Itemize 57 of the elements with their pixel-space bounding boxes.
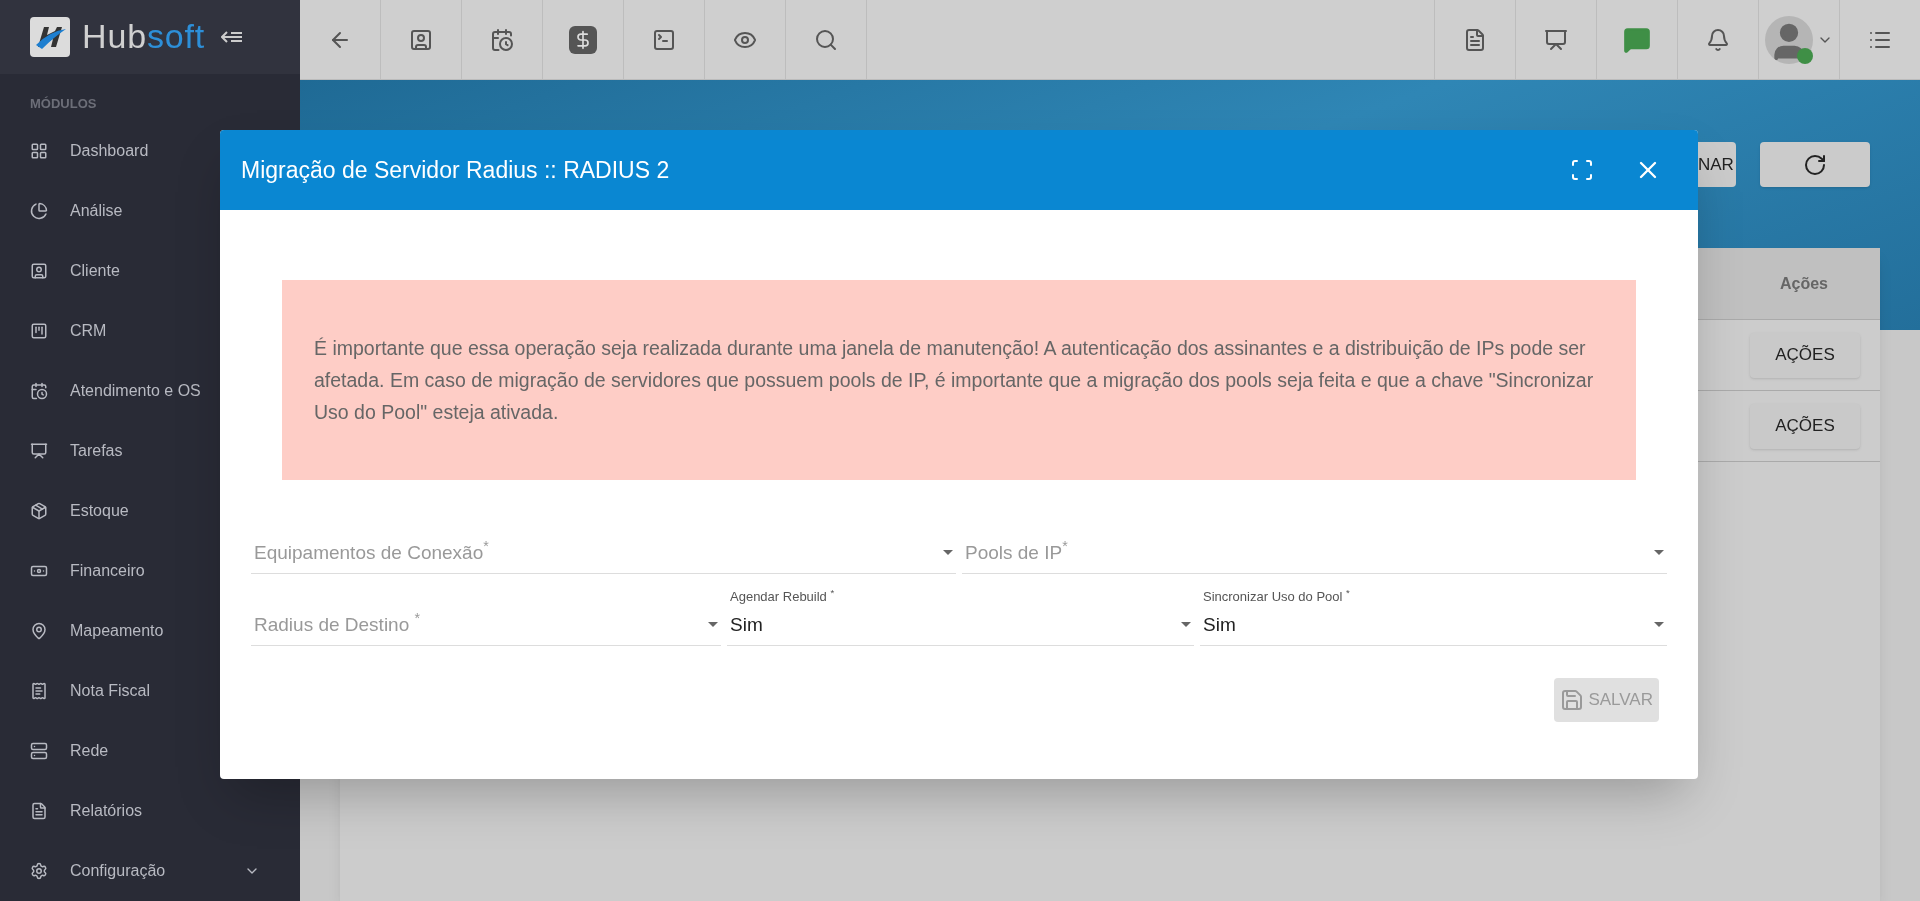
search-icon[interactable] — [814, 27, 838, 52]
refresh-icon — [1803, 152, 1827, 177]
field-label: Sincronizar Uso do Pool $^{*}$ — [1203, 587, 1351, 606]
field-label: Agendar Rebuild $^{*}$ — [730, 587, 836, 606]
warning-text: É importante que essa operação seja realizada durante uma janela de manutenção! A autenticação dos assinantes e a distribuição de IPs pode ser afetada. Em caso de migração de servidores que possuem pools de IP, é importante que a migração dos pools seja feita e que a chave "Sincronizar Uso do Pool" esteja ativada. — [314, 336, 1595, 425]
field-placeholder: Radius de Destino $^{*}$ — [254, 610, 421, 637]
map-pin-icon — [30, 622, 48, 640]
package-icon — [30, 502, 48, 520]
contact-card-icon[interactable] — [409, 27, 433, 52]
actions-button[interactable]: AÇÕES — [1750, 403, 1860, 449]
select-field[interactable]: Agendar Rebuild $^{*}$ Sim — [727, 588, 1194, 646]
board-icon[interactable] — [1544, 27, 1568, 52]
sidebar-item[interactable]: Cliente — [0, 241, 300, 301]
dollar-icon[interactable] — [569, 25, 597, 54]
actions-button[interactable]: AÇÕES — [1750, 332, 1860, 378]
server-icon — [30, 742, 48, 760]
sidebar-item[interactable]: Nota Fiscal — [0, 661, 300, 721]
fullscreen-icon[interactable] — [1570, 158, 1594, 182]
contact-card-icon — [30, 262, 48, 280]
sidebar-item[interactable]: CRM — [0, 301, 300, 361]
field-value: Sim — [730, 612, 763, 637]
document-icon — [30, 802, 48, 820]
settings-icon — [30, 862, 48, 880]
chat-icon[interactable] — [1623, 25, 1651, 54]
calendar-clock-icon[interactable] — [490, 27, 514, 52]
sidebar-heading: MÓDULOS — [29, 94, 98, 113]
sidebar-item[interactable]: Rede — [0, 721, 300, 781]
logo-text: Hubsoft — [82, 16, 206, 58]
dropdown-caret-icon — [1181, 622, 1191, 628]
board-icon — [30, 442, 48, 460]
save-icon — [1560, 688, 1585, 712]
column-header: Ações — [1779, 273, 1828, 294]
dropdown-caret-icon — [1654, 622, 1664, 628]
dropdown-caret-icon — [708, 622, 718, 628]
field-value: Sim — [1203, 612, 1236, 637]
terminal-icon[interactable] — [652, 27, 676, 52]
dropdown-caret-icon — [1654, 550, 1664, 556]
field-placeholder: Equipamentos de Conexão$^{*}$ — [254, 538, 489, 565]
collapse-icon[interactable] — [221, 29, 244, 44]
sidebar-item[interactable]: Configuração — [0, 841, 300, 901]
kanban-icon — [30, 322, 48, 340]
dropdown-caret-icon — [943, 550, 953, 556]
grid-icon — [30, 142, 48, 160]
receipt-icon — [30, 682, 48, 700]
sidebar-item[interactable]: Atendimento e OS — [0, 361, 300, 421]
logo-icon — [30, 16, 70, 57]
calendar-clock-icon — [30, 382, 48, 400]
modal-title: Migração de Servidor Radius :: RADIUS 2 — [241, 155, 671, 185]
sidebar-item[interactable]: Relatórios — [0, 781, 300, 841]
refresh-button[interactable] — [1760, 142, 1870, 187]
pie-chart-icon — [30, 202, 48, 220]
select-field[interactable]: Sincronizar Uso do Pool $^{*}$ Sim — [1200, 588, 1667, 646]
pdf-file-icon[interactable] — [1463, 27, 1487, 52]
field-placeholder: Pools de IP$^{*}$ — [965, 538, 1068, 565]
sidebar-item[interactable]: Tarefas — [0, 421, 300, 481]
bell-icon[interactable] — [1706, 27, 1730, 52]
select-button[interactable]: NAR — [1698, 142, 1736, 187]
